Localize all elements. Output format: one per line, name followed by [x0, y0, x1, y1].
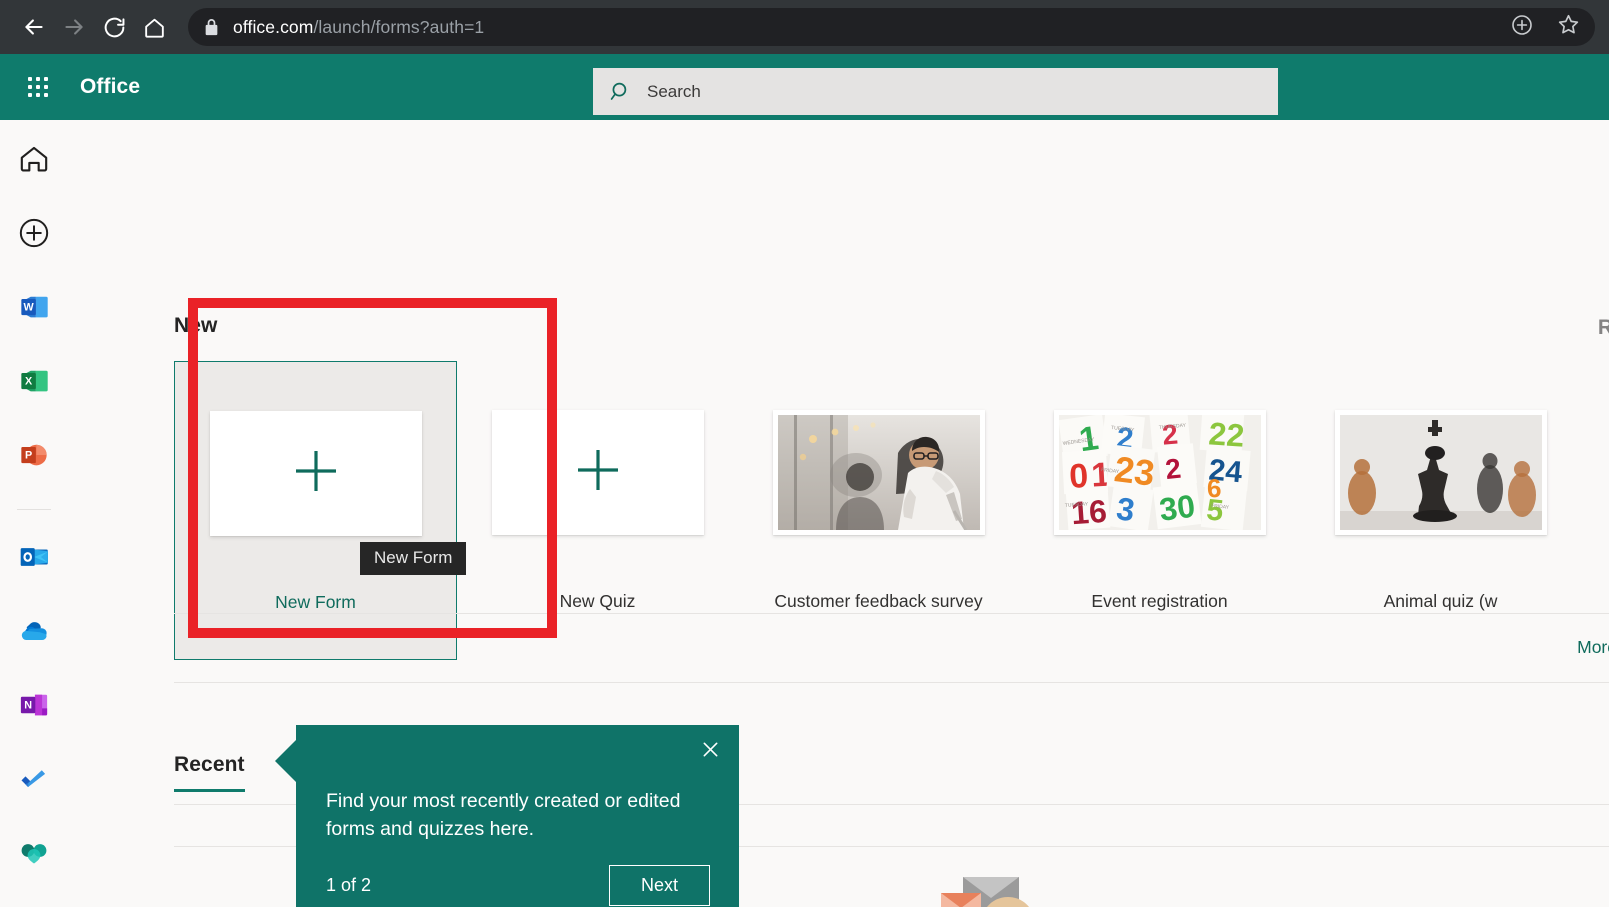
forward-button[interactable]: [54, 7, 94, 47]
todo-check-icon: [18, 763, 50, 800]
onedrive-icon: [18, 615, 50, 652]
url-host: office.com: [233, 17, 313, 37]
callout-close-button[interactable]: [693, 735, 727, 769]
bookmark-button[interactable]: [1556, 12, 1581, 42]
sidebar-item-forms[interactable]: [10, 833, 58, 879]
search-icon: [609, 80, 633, 104]
callout-body-text: Find your most recently created or edite…: [326, 787, 706, 843]
section-divider-2: [174, 682, 1609, 683]
svg-text:2: 2: [1163, 452, 1182, 484]
teaching-callout: Find your most recently created or edite…: [296, 725, 739, 907]
template-card-animal-quiz[interactable]: Animal quiz (w: [1300, 361, 1581, 660]
circle-plus-icon: [1510, 13, 1534, 42]
lock-icon: [204, 19, 219, 36]
template-label: Animal quiz (w: [1384, 591, 1498, 612]
svg-text:N: N: [24, 700, 32, 712]
svg-text:W: W: [23, 301, 34, 313]
svg-text:16: 16: [1069, 492, 1107, 529]
template-label: New Form: [275, 592, 356, 659]
forms-icon: [18, 837, 50, 874]
section-divider: [174, 613, 1609, 614]
tooltip-new-form: New Form: [360, 542, 466, 575]
office-suite-header: Office Search: [0, 54, 1609, 120]
tab-active-indicator: [174, 789, 245, 792]
install-app-button[interactable]: [1510, 13, 1534, 42]
blank-thumbnail: [210, 411, 422, 536]
address-bar[interactable]: office.com/launch/forms?auth=1: [188, 8, 1595, 46]
blank-thumbnail: [492, 410, 704, 535]
template-label: Customer feedback survey: [774, 591, 982, 612]
empty-state-illustration: [828, 855, 1188, 907]
svg-text:X: X: [25, 376, 33, 388]
circle-plus-icon: [17, 216, 51, 255]
back-button[interactable]: [14, 7, 54, 47]
template-label: Event registration: [1091, 591, 1227, 612]
tab-recent-label: Recent: [174, 753, 245, 777]
reload-icon: [102, 15, 127, 40]
app-launcher-waffle-icon[interactable]: [14, 77, 62, 97]
url-path: /launch/forms?auth=1: [313, 17, 484, 37]
powerpoint-icon: P: [19, 440, 49, 475]
arrow-right-icon: [61, 14, 87, 40]
tab-recent[interactable]: Recent: [174, 753, 245, 792]
sidebar-item-excel[interactable]: X: [10, 361, 58, 407]
template-card-new-form[interactable]: New Form: [174, 361, 457, 660]
callout-next-button[interactable]: Next: [609, 865, 710, 906]
app-rail: W X P: [0, 120, 68, 907]
svg-text:6: 6: [1206, 472, 1222, 502]
close-icon: [701, 740, 720, 764]
url-text: office.com/launch/forms?auth=1: [233, 17, 484, 38]
callout-beak: [275, 740, 296, 782]
template-card-event-registration[interactable]: 1 2 2 22 01 23 2 24 16 3: [1019, 361, 1300, 660]
more-templates-link[interactable]: More: [1577, 637, 1609, 658]
page-body: W X P: [0, 120, 1609, 907]
template-card-new-quiz[interactable]: New Quiz: [457, 361, 738, 660]
svg-text:30: 30: [1157, 487, 1197, 527]
search-box[interactable]: Search: [593, 68, 1278, 115]
photo-thumbnail: [1335, 410, 1547, 535]
thumbnail-slot: [457, 361, 738, 583]
sidebar-item-onenote[interactable]: N: [10, 684, 58, 730]
sidebar-item-outlook[interactable]: [10, 536, 58, 582]
browser-toolbar: office.com/launch/forms?auth=1: [0, 0, 1609, 54]
sidebar-item-powerpoint[interactable]: P: [10, 435, 58, 481]
sidebar-item-home[interactable]: [10, 138, 58, 184]
main-content: New R New Form: [68, 120, 1609, 907]
office-brand-label[interactable]: Office: [80, 75, 140, 99]
photo-thumbnail: 1 2 2 22 01 23 2 24 16 3: [1054, 410, 1266, 535]
star-icon: [1556, 12, 1581, 42]
excel-icon: X: [19, 366, 49, 401]
photo-chess: [1340, 415, 1542, 530]
outlook-icon: [19, 542, 49, 577]
onenote-icon: N: [19, 690, 49, 725]
thumbnail-slot: [1300, 361, 1581, 583]
sidebar-item-create[interactable]: [10, 212, 58, 258]
rail-divider: [17, 509, 51, 510]
reload-button[interactable]: [94, 7, 134, 47]
svg-text:P: P: [25, 450, 32, 462]
home-icon: [142, 15, 167, 40]
photo-thumbnail: [773, 410, 985, 535]
home-outline-icon: [17, 142, 51, 181]
template-card-customer-feedback[interactable]: Customer feedback survey: [738, 361, 1019, 660]
clipped-heading: R: [1598, 316, 1609, 340]
arrow-left-icon: [21, 14, 47, 40]
callout-step-counter: 1 of 2: [326, 875, 371, 896]
new-section-title: New: [174, 314, 217, 338]
home-button[interactable]: [134, 7, 174, 47]
sidebar-item-onedrive[interactable]: [10, 610, 58, 656]
sidebar-item-todo[interactable]: [10, 759, 58, 805]
word-icon: W: [19, 292, 49, 327]
photo-office-people: [778, 415, 980, 530]
sidebar-item-word[interactable]: W: [10, 286, 58, 332]
thumbnail-slot: 1 2 2 22 01 23 2 24 16 3: [1019, 361, 1300, 583]
thumbnail-slot: [738, 361, 1019, 583]
template-strip: New Form New Quiz: [174, 361, 1581, 660]
search-input[interactable]: Search: [647, 82, 701, 102]
template-label: New Quiz: [560, 591, 636, 612]
plus-icon: [288, 443, 344, 504]
photo-calendar-numbers: 1 2 2 22 01 23 2 24 16 3: [1059, 415, 1261, 530]
plus-icon: [570, 442, 626, 503]
